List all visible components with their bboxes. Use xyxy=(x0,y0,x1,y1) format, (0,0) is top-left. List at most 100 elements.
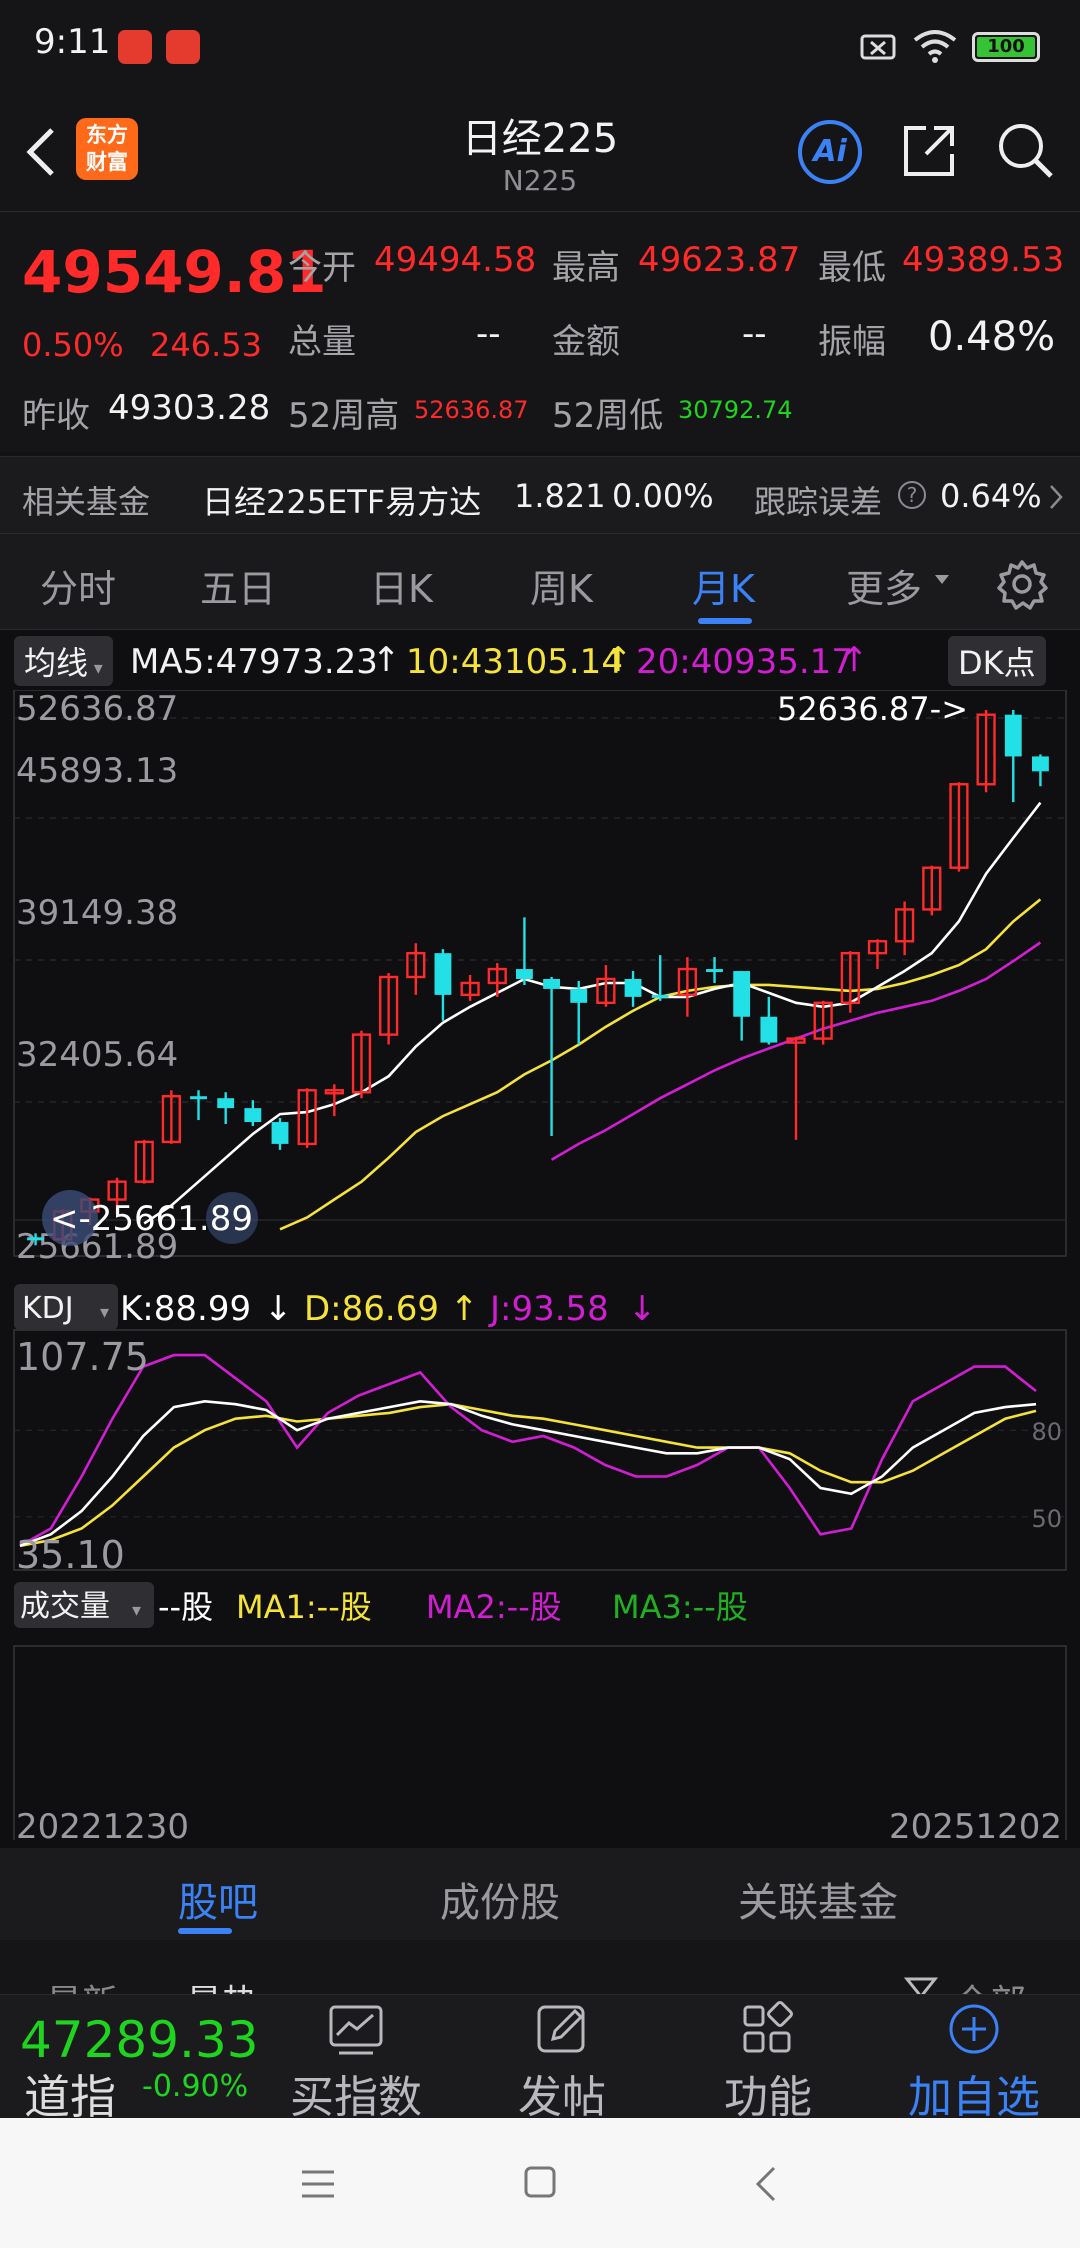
ma10-arrow-up-icon: ↑ xyxy=(604,640,633,680)
back-icon[interactable] xyxy=(20,124,60,180)
filter-icon[interactable] xyxy=(904,1976,938,1994)
amount-value: -- xyxy=(742,314,767,354)
dk-button-label: DK点 xyxy=(958,644,1036,682)
active-subtab-indicator xyxy=(178,1928,232,1934)
fund-label: 相关基金 xyxy=(22,483,151,521)
post-label: 发帖 xyxy=(518,2072,606,2123)
chart-area[interactable]: 均线 ▾ MA5:47973.23 ↑ 10:43105.14 ↑ 20:409… xyxy=(0,630,1080,1848)
amplitude-label: 振幅 xyxy=(818,322,886,362)
bottom-action-bar: 47289.33 道指 -0.90% 买指数 发帖 功能 加自选 xyxy=(0,1994,1080,2124)
candle-body xyxy=(651,994,669,998)
ma5-arrow-up-icon: ↑ xyxy=(372,640,401,680)
kdj-caret-icon: ▾ xyxy=(100,1302,109,1323)
filter-hottest[interactable]: 最热 xyxy=(186,1974,258,1994)
home-icon[interactable] xyxy=(522,2164,558,2200)
menu-icon[interactable] xyxy=(298,2168,338,2200)
ticker-change: -0.90% xyxy=(142,2069,249,2104)
page-title: 日经225 xyxy=(461,116,619,162)
tab-monthly-k[interactable]: 月K xyxy=(692,558,755,613)
app-logo: 东方财富 xyxy=(76,118,138,180)
share-icon[interactable] xyxy=(900,122,958,180)
ai-button[interactable]: Ai xyxy=(798,120,862,184)
nav-back-icon[interactable] xyxy=(752,2164,780,2204)
kline-chart[interactable]: 52636.8745893.1339149.3832405.6425661.89… xyxy=(0,690,1080,1840)
quote-panel: 49549.81 0.50% 246.53 昨收 49303.28 今开 494… xyxy=(0,212,1080,452)
status-time: 9:11 xyxy=(34,22,111,62)
kdj-top-label: 107.75 xyxy=(16,1335,149,1379)
tab-stock-forum[interactable]: 股吧 xyxy=(178,1870,258,1928)
filter-latest[interactable]: 最新 xyxy=(46,1974,118,1994)
related-fund-row[interactable]: 相关基金 日经225ETF易方达 1.821 0.00% 跟踪误差 ? 0.64… xyxy=(0,456,1080,534)
volume-ma1: MA1:--股 xyxy=(236,1588,372,1626)
candle-body xyxy=(244,1108,262,1123)
ma10-line xyxy=(279,898,1042,1231)
candle-body xyxy=(217,1098,235,1109)
date-end-label: 20251202 xyxy=(889,1807,1062,1840)
max-price-marker: 52636.87-> xyxy=(777,690,968,728)
system-nav-bar xyxy=(0,2118,1080,2248)
post-button[interactable]: 发帖 xyxy=(492,2001,632,2125)
chevron-right-icon xyxy=(1050,485,1063,509)
open-label: 今开 xyxy=(288,248,356,288)
candle-body xyxy=(434,953,452,995)
tracking-error-label: 跟踪误差 xyxy=(754,483,883,521)
header: 东方财富 日经225 N225 Ai xyxy=(0,96,1080,212)
volume-value: --股 xyxy=(158,1588,213,1626)
ma10-legend: 10:43105.14 xyxy=(406,642,623,682)
edit-icon xyxy=(537,2005,585,2053)
open-value: 49494.58 xyxy=(374,240,537,280)
tab-more[interactable]: 更多 xyxy=(846,558,922,613)
ma5-line xyxy=(143,801,1042,1225)
volume-selector-label: 成交量 xyxy=(20,1589,110,1624)
forum-filter-row: 最新 最热 全部 xyxy=(0,1940,1080,1994)
add-watchlist-button[interactable]: 加自选 xyxy=(904,2001,1044,2125)
candle-body xyxy=(1032,756,1049,772)
kdj-d-arrow-up-icon: ↑ xyxy=(450,1289,479,1329)
date-start-label: 20221230 xyxy=(16,1807,189,1840)
search-icon[interactable] xyxy=(995,120,1055,180)
candle-body xyxy=(733,971,751,1017)
fund-name[interactable]: 日经225ETF易方达 xyxy=(202,477,481,523)
fund-price: 1.821 xyxy=(514,477,606,515)
high-value: 49623.87 xyxy=(638,240,801,280)
dk-button[interactable]: DK点 xyxy=(948,636,1046,686)
settings-gear-icon[interactable] xyxy=(996,558,1048,610)
no-sim-icon xyxy=(860,34,896,60)
battery-icon: 100 xyxy=(972,32,1040,62)
ma-selector[interactable]: 均线 ▾ xyxy=(14,636,113,686)
kdj-selector-label: KDJ xyxy=(22,1291,74,1326)
volume-label: 总量 xyxy=(288,322,356,362)
filter-all[interactable]: 全部 xyxy=(954,1974,1026,1994)
week52-high-value: 52636.87 xyxy=(414,396,529,424)
help-icon[interactable]: ? xyxy=(896,479,928,511)
tab-five-day[interactable]: 五日 xyxy=(200,558,276,613)
tab-intraday[interactable]: 分时 xyxy=(40,558,116,613)
tab-constituents[interactable]: 成份股 xyxy=(440,1870,560,1928)
prev-close-value: 49303.28 xyxy=(108,388,271,428)
candle-body xyxy=(706,969,723,973)
amount-label: 金额 xyxy=(552,322,620,362)
week52-low-label: 52周低 xyxy=(552,396,664,436)
period-tabs: 分时 五日 日K 周K 月K 更多 xyxy=(0,534,1080,630)
functions-button[interactable]: 功能 xyxy=(698,2001,838,2125)
ma-selector-label: 均线 xyxy=(24,644,89,682)
svg-text:?: ? xyxy=(907,483,918,507)
tab-related-funds[interactable]: 关联基金 xyxy=(738,1870,898,1928)
buy-index-button[interactable]: 买指数 xyxy=(286,2001,426,2125)
kdj-k-legend: K:88.99 xyxy=(120,1289,251,1329)
candle-body xyxy=(27,1237,44,1241)
volume-ma3: MA3:--股 xyxy=(612,1588,748,1626)
buy-index-label: 买指数 xyxy=(290,2072,422,2123)
kdj-j-legend: J:93.58 xyxy=(488,1289,609,1329)
notification-app-icon xyxy=(118,30,152,64)
tab-daily-k[interactable]: 日K xyxy=(370,558,433,613)
candle-body xyxy=(543,978,560,989)
kdj-k-arrow-down-icon: ↓ xyxy=(264,1289,293,1329)
caret-down-icon xyxy=(935,575,949,584)
candle-body xyxy=(1004,714,1022,757)
week52-low-value: 30792.74 xyxy=(678,396,793,424)
tab-weekly-k[interactable]: 周K xyxy=(530,558,593,613)
candle-body xyxy=(516,969,533,979)
kdj-j-arrow-down-icon: ↓ xyxy=(628,1289,657,1329)
y-axis-label: 45893.13 xyxy=(16,751,178,791)
